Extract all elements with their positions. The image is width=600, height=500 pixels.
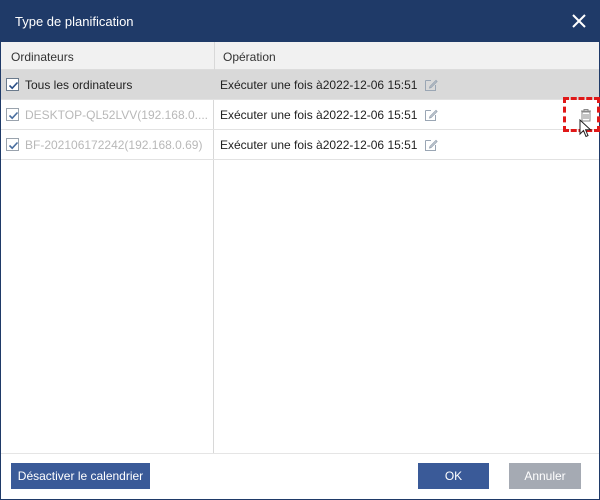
operation-text: Exécuter une fois à2022-12-06 15:51 (220, 78, 418, 92)
checkbox-computer[interactable] (6, 108, 19, 121)
disable-calendar-button[interactable]: Désactiver le calendrier (11, 463, 150, 489)
computer-name: Tous les ordinateurs (25, 78, 133, 92)
checkbox-computer[interactable] (6, 138, 19, 151)
checkbox-all-computers[interactable] (6, 78, 19, 91)
table-row[interactable]: DESKTOP-QL52LVV(192.168.0.... Exécuter u… (1, 100, 599, 130)
edit-icon[interactable] (424, 108, 438, 122)
table-row-all-computers[interactable]: Tous les ordinateurs Exécuter une fois à… (1, 70, 599, 100)
dialog-title: Type de planification (15, 14, 134, 29)
schedule-type-dialog: Type de planification Ordinateurs Opérat… (0, 0, 600, 500)
operation-text: Exécuter une fois à2022-12-06 15:51 (220, 138, 418, 152)
mouse-pointer-icon (579, 118, 593, 139)
table-row[interactable]: BF-202106172242(192.168.0.69) Exécuter u… (1, 130, 599, 160)
edit-icon[interactable] (424, 78, 438, 92)
computer-name: DESKTOP-QL52LVV(192.168.0.... (25, 108, 208, 122)
edit-icon[interactable] (424, 138, 438, 152)
close-icon[interactable] (567, 9, 591, 33)
cancel-button[interactable]: Annuler (509, 463, 581, 489)
footer-divider (1, 453, 599, 454)
table-header: Ordinateurs Opération (1, 42, 599, 70)
computer-name: BF-202106172242(192.168.0.69) (25, 138, 203, 152)
computers-operations-table: Ordinateurs Opération Tous les ordinateu… (1, 42, 600, 453)
column-divider (214, 42, 215, 70)
column-header-operation: Opération (223, 50, 276, 64)
column-header-computers: Ordinateurs (11, 50, 74, 64)
title-bar: Type de planification (1, 1, 599, 42)
ok-button[interactable]: OK (418, 463, 489, 489)
operation-text: Exécuter une fois à2022-12-06 15:51 (220, 108, 418, 122)
